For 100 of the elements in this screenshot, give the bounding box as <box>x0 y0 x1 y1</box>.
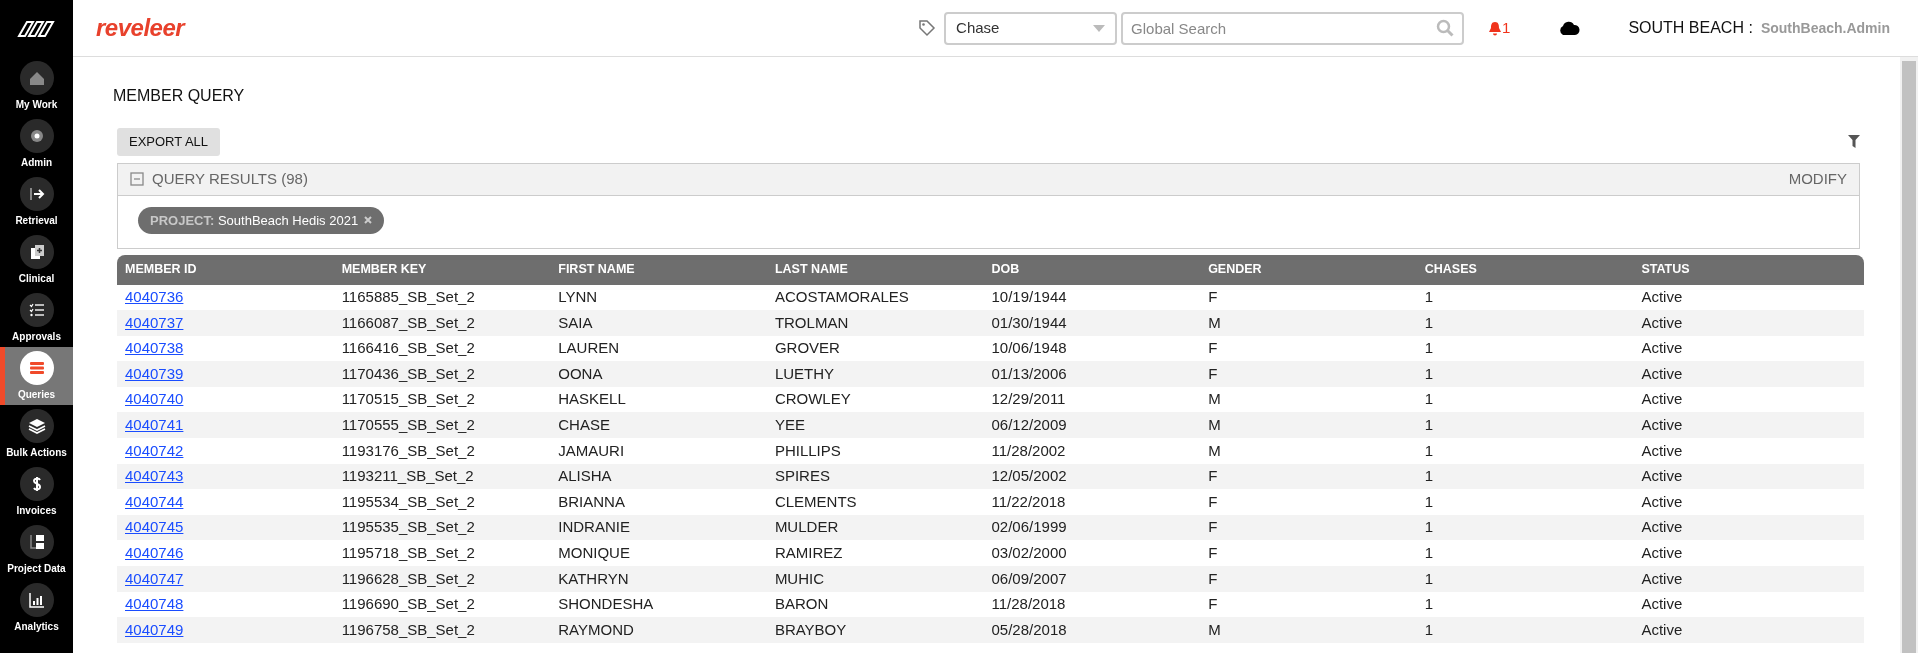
table-cell: 12/29/2011 <box>983 386 1201 413</box>
sidebar-item[interactable]: Invoices <box>0 463 73 521</box>
table-cell: F <box>1200 566 1417 592</box>
table-cell: 1 <box>1416 540 1634 567</box>
column-header[interactable]: DOB <box>983 254 1201 285</box>
table-cell: 01/13/2006 <box>983 361 1201 387</box>
close-icon[interactable] <box>364 216 373 225</box>
tag-icon[interactable] <box>918 19 937 37</box>
table-cell: 1 <box>1416 514 1634 541</box>
organization-name: SOUTH BEACH : <box>1628 18 1753 38</box>
sidebar-item[interactable]: Project Data <box>0 521 73 579</box>
member-id-link[interactable]: 4040739 <box>125 364 184 382</box>
member-id-link[interactable]: 4040742 <box>125 441 184 459</box>
search-field[interactable]: Global Search <box>1121 11 1465 45</box>
table-cell: 1170555_SB_Set_2 <box>333 412 551 439</box>
column-header[interactable]: GENDER <box>1200 254 1417 285</box>
member-id-link[interactable]: 4040743 <box>125 467 184 485</box>
sidebar-item[interactable]: Analytics <box>0 579 73 637</box>
member-id-link[interactable]: 4040737 <box>125 313 184 331</box>
sidebar-item[interactable]: Admin <box>0 115 73 173</box>
column-header[interactable]: MEMBER ID <box>117 254 334 285</box>
sidebar-item[interactable]: My Work <box>0 57 73 115</box>
table-cell: Active <box>1633 284 1864 311</box>
table-cell: 1170436_SB_Set_2 <box>333 361 551 387</box>
table-cell: CHASE <box>550 412 767 439</box>
sidebar-item[interactable]: Queries <box>0 347 73 405</box>
filter-icon[interactable] <box>1848 135 1860 149</box>
table-cell: 1195718_SB_Set_2 <box>333 540 551 567</box>
table-cell: 1 <box>1416 617 1634 643</box>
table-cell: YEE <box>766 412 984 439</box>
table-cell: ACOSTAMORALES <box>766 284 984 311</box>
export-all-button[interactable]: EXPORT ALL <box>117 128 220 156</box>
member-id-link[interactable]: 4040736 <box>125 288 184 306</box>
scrollbar[interactable] <box>1900 57 1918 653</box>
table-cell: BRAYBOY <box>766 617 984 643</box>
table-cell: Active <box>1633 412 1864 439</box>
filter-chip[interactable]: PROJECT: SouthBeach Hedis 2021 <box>138 206 385 234</box>
sidebar-item[interactable]: Bulk Actions <box>0 405 73 463</box>
table-cell: MUHIC <box>766 566 984 592</box>
caret-icon <box>1093 24 1106 32</box>
table-cell: Active <box>1633 617 1864 643</box>
table-cell: 1 <box>1416 284 1634 311</box>
sidebar-item[interactable]: Retrieval <box>0 173 73 231</box>
table-cell: 02/06/1999 <box>983 514 1201 541</box>
table-cell: 1 <box>1416 386 1634 413</box>
modify-link[interactable]: MODIFY <box>1788 167 1847 191</box>
table-cell: 01/30/1944 <box>983 310 1201 336</box>
table-cell: LAUREN <box>550 335 767 362</box>
table-cell: MULDER <box>766 514 984 541</box>
member-id-link[interactable]: 4040738 <box>125 339 184 357</box>
table-cell: F <box>1200 591 1417 618</box>
search-type-dropdown[interactable]: Chase <box>944 11 1118 45</box>
table-cell: CLEMENTS <box>766 489 984 515</box>
table-cell: Active <box>1633 386 1864 413</box>
notification-bell[interactable]: 1 <box>1488 16 1511 40</box>
logo-icon[interactable] <box>16 19 57 38</box>
member-id-link[interactable]: 4040749 <box>125 620 184 638</box>
sidebar-item[interactable]: Approvals <box>0 289 73 347</box>
table-cell: F <box>1200 284 1417 311</box>
table-cell: M <box>1200 310 1417 336</box>
table-cell: 1196628_SB_Set_2 <box>333 566 551 592</box>
table-cell: M <box>1200 412 1417 439</box>
member-id-link[interactable]: 4040746 <box>125 544 184 561</box>
panel-title: QUERY RESULTS (98) <box>152 168 308 189</box>
column-header[interactable]: CHASES <box>1416 254 1634 285</box>
table-cell: 11/28/2002 <box>983 438 1201 464</box>
logo[interactable]: reveleer <box>96 10 185 46</box>
table-cell: Active <box>1633 335 1864 362</box>
user-name[interactable]: SouthBeach.Admin <box>1760 17 1890 39</box>
table-cell: PHILLIPS <box>766 438 984 464</box>
member-id-link[interactable]: 4040748 <box>125 595 184 613</box>
member-id-link[interactable]: 4040745 <box>125 518 184 536</box>
table-cell: CROWLEY <box>766 386 984 413</box>
member-id-link[interactable]: 4040747 <box>125 569 184 587</box>
table-cell: 1 <box>1416 591 1634 618</box>
table-cell: Active <box>1633 566 1864 592</box>
column-header[interactable]: LAST NAME <box>766 254 984 285</box>
column-header[interactable]: MEMBER KEY <box>333 254 551 285</box>
table-cell: M <box>1200 438 1417 464</box>
table-cell: Active <box>1633 540 1864 567</box>
table-cell: KATHRYN <box>550 566 767 592</box>
cloud-icon[interactable] <box>1558 21 1581 35</box>
column-header[interactable]: STATUS <box>1633 254 1864 285</box>
table-cell: 1 <box>1416 489 1634 515</box>
table-cell: INDRANIE <box>550 514 767 541</box>
member-id-link[interactable]: 4040741 <box>125 416 184 433</box>
member-id-link[interactable]: 4040740 <box>125 390 184 408</box>
table-cell: 1170515_SB_Set_2 <box>333 386 551 413</box>
member-id-link[interactable]: 4040744 <box>125 492 184 510</box>
table-cell: 06/09/2007 <box>983 566 1201 592</box>
table-cell: 12/05/2002 <box>983 463 1201 490</box>
table-cell: 1195535_SB_Set_2 <box>333 514 551 541</box>
table-cell: 1193211_SB_Set_2 <box>333 463 551 490</box>
table-cell: Active <box>1633 489 1864 515</box>
table-cell: SAIA <box>550 310 767 336</box>
sidebar-item[interactable]: Clinical <box>0 231 73 289</box>
table-cell: 05/28/2018 <box>983 617 1201 643</box>
table-cell: 1196758_SB_Set_2 <box>333 617 551 643</box>
column-header[interactable]: FIRST NAME <box>550 254 767 285</box>
table-cell: F <box>1200 514 1417 541</box>
